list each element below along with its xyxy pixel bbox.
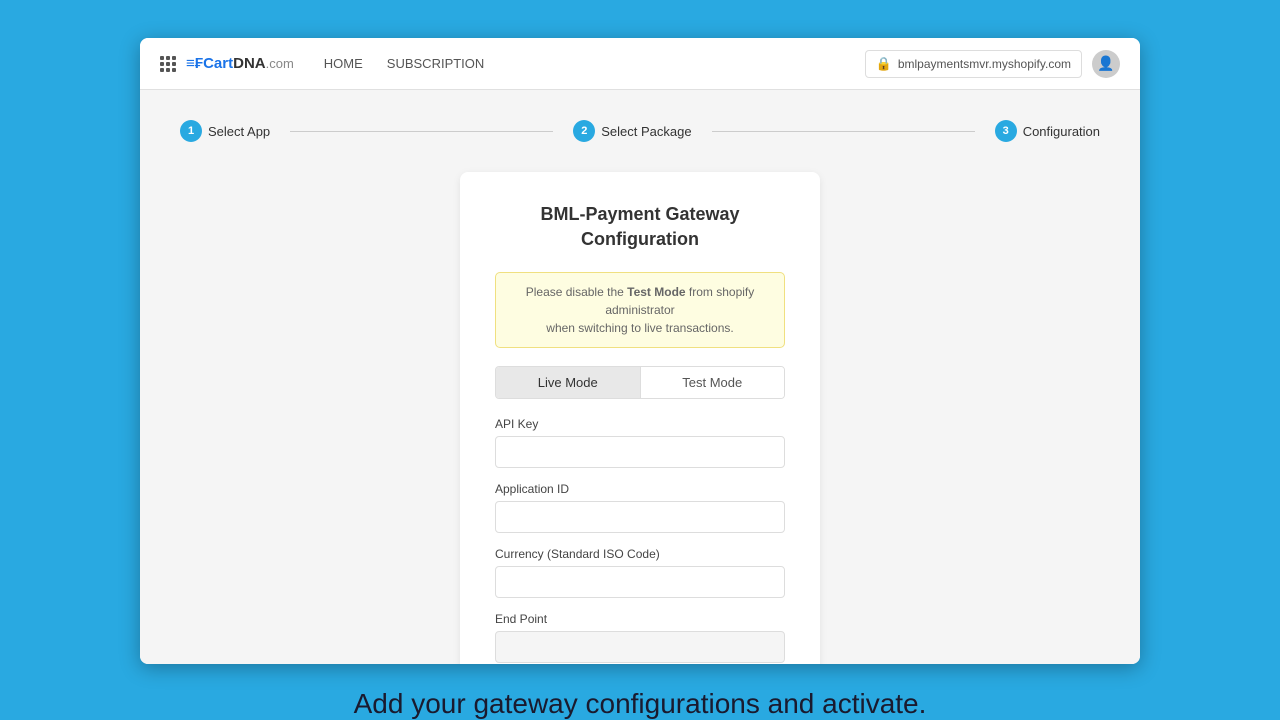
api-key-group: API Key (495, 417, 785, 468)
app-id-input[interactable] (495, 501, 785, 533)
currency-label: Currency (Standard ISO Code) (495, 547, 785, 561)
api-key-input[interactable] (495, 436, 785, 468)
nav-subscription[interactable]: SUBSCRIPTION (387, 56, 485, 71)
endpoint-input[interactable] (495, 631, 785, 663)
logo[interactable]: ≡₣CartDNA.com (160, 55, 294, 72)
step-2: 2 Select Package (573, 120, 691, 142)
shop-icon: 🔒 (876, 56, 892, 72)
app-window: ≡₣CartDNA.com HOME SUBSCRIPTION 🔒 bmlpay… (140, 38, 1140, 664)
step-label-3: Configuration (1023, 124, 1100, 139)
step-3: 3 Configuration (995, 120, 1100, 142)
step-line-2 (712, 131, 975, 132)
test-mode-button[interactable]: Test Mode (641, 367, 785, 398)
endpoint-label: End Point (495, 612, 785, 626)
step-circle-1: 1 (180, 120, 202, 142)
step-line-1 (290, 131, 553, 132)
app-id-group: Application ID (495, 482, 785, 533)
form-card: BML-Payment GatewayConfiguration Please … (460, 172, 820, 664)
app-id-label: Application ID (495, 482, 785, 496)
nav-home[interactable]: HOME (324, 56, 363, 71)
logo-text: ≡₣CartDNA.com (186, 55, 294, 72)
navbar-right: 🔒 bmlpaymentsmvr.myshopify.com 👤 (865, 50, 1120, 78)
step-1: 1 Select App (180, 120, 270, 142)
warning-banner: Please disable the Test Mode from shopif… (495, 272, 785, 348)
step-label-1: Select App (208, 124, 270, 139)
api-key-label: API Key (495, 417, 785, 431)
stepper: 1 Select App 2 Select Package 3 Configur… (180, 120, 1100, 142)
user-avatar[interactable]: 👤 (1092, 50, 1120, 78)
currency-input[interactable] (495, 566, 785, 598)
bottom-caption: Add your gateway configurations and acti… (334, 688, 947, 720)
step-circle-3: 3 (995, 120, 1017, 142)
step-label-2: Select Package (601, 124, 691, 139)
nav-links: HOME SUBSCRIPTION (324, 56, 865, 71)
shop-url: bmlpaymentsmvr.myshopify.com (898, 57, 1071, 71)
endpoint-group: End Point (495, 612, 785, 663)
step-circle-2: 2 (573, 120, 595, 142)
live-mode-button[interactable]: Live Mode (496, 367, 640, 398)
form-title: BML-Payment GatewayConfiguration (495, 202, 785, 252)
main-content: 1 Select App 2 Select Package 3 Configur… (140, 90, 1140, 664)
warning-highlight: Test Mode (627, 285, 685, 299)
currency-group: Currency (Standard ISO Code) (495, 547, 785, 598)
grid-icon (160, 56, 176, 72)
navbar: ≡₣CartDNA.com HOME SUBSCRIPTION 🔒 bmlpay… (140, 38, 1140, 90)
shop-badge[interactable]: 🔒 bmlpaymentsmvr.myshopify.com (865, 50, 1082, 78)
mode-toggle: Live Mode Test Mode (495, 366, 785, 399)
